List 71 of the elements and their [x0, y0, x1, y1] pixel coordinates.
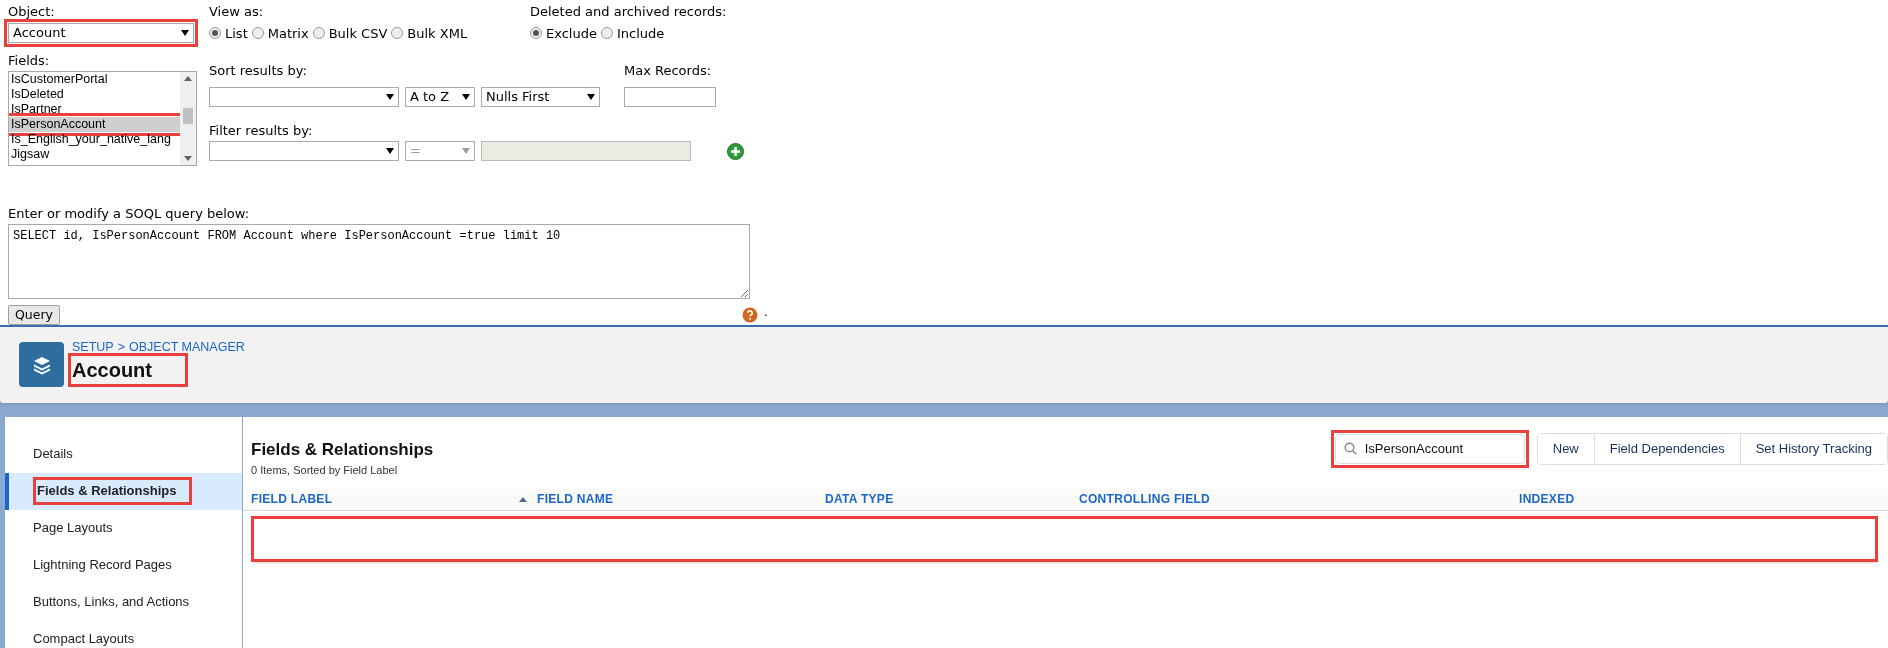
breadcrumb-link[interactable]: OBJECT MANAGER — [129, 338, 245, 357]
help-icon[interactable] — [742, 306, 758, 323]
radio-button[interactable] — [312, 27, 325, 40]
radio-option[interactable]: Matrix — [251, 23, 309, 43]
column-header[interactable]: FIELD NAME — [537, 490, 825, 508]
page-title: Account — [72, 357, 152, 383]
nulls-select[interactable]: Nulls First — [481, 86, 600, 107]
down-arrow-icon[interactable] — [184, 156, 192, 161]
dot-text: . — [764, 304, 768, 321]
max-records-field[interactable] — [624, 86, 716, 107]
search-field[interactable]: IsPersonAccount — [1334, 433, 1525, 464]
column-header[interactable]: FIELD LABEL — [251, 490, 537, 508]
field-label: Sort results by: — [209, 62, 308, 80]
sidebar-item[interactable]: Buttons, Links, and Actions — [5, 583, 242, 621]
radio-option[interactable]: List — [209, 23, 248, 43]
caret-icon — [462, 93, 470, 100]
field-label: Filter results by: — [209, 121, 314, 140]
layers-icon — [19, 342, 64, 387]
column-header[interactable]: CONTROLLING FIELD — [1079, 490, 1519, 508]
filter-field-select[interactable] — [209, 141, 399, 161]
radio-option[interactable]: Include — [600, 23, 665, 43]
sort-direction-select[interactable]: A to Z — [405, 86, 475, 107]
field-label: View as: — [209, 3, 265, 21]
sidebar-item[interactable]: Lightning Record Pages — [5, 546, 242, 584]
field-option[interactable]: Jigsaw — [9, 147, 180, 162]
radio-button[interactable] — [530, 27, 542, 40]
field-option[interactable]: IsPartner — [9, 102, 180, 117]
scrollbar-thumb[interactable] — [183, 107, 193, 124]
toolbar-button[interactable]: Set History Tracking — [1739, 433, 1887, 464]
object-select[interactable]: Account — [8, 22, 194, 43]
field-label: Fields: — [8, 51, 51, 70]
field-option[interactable]: IsCustomerPortal — [9, 72, 180, 87]
radio-button[interactable] — [391, 27, 404, 40]
section-subtitle: 0 Items, Sorted by Field Label — [251, 463, 399, 478]
caret-icon — [386, 93, 394, 100]
caret-icon — [181, 29, 189, 36]
field-option[interactable]: IsDeleted — [9, 87, 180, 102]
radio-button[interactable] — [600, 27, 613, 40]
sort-ascending-icon[interactable] — [519, 496, 527, 502]
field-option[interactable]: Is_English_your_native_lang — [9, 132, 180, 147]
column-header[interactable]: INDEXED — [1519, 490, 1888, 508]
section-title: Fields & Relationships — [251, 438, 434, 461]
sidebar-item[interactable]: Page Layouts — [5, 509, 242, 547]
filter-value-field[interactable] — [481, 141, 691, 161]
search-icon — [1343, 442, 1357, 455]
field-label: Enter or modify a SOQL query below: — [8, 205, 251, 223]
field-option[interactable]: IsPersonAccount — [9, 117, 180, 132]
sidebar-item[interactable]: Fields & Relationships — [5, 472, 242, 510]
sort-field-select[interactable] — [209, 86, 399, 107]
fields-listbox[interactable]: IsCustomerPortal IsDeleted IsPartner IsPersonAccount Is_English_your_native_lang Jigsaw — [8, 71, 197, 166]
field-label: Deleted and archived records: — [530, 3, 727, 21]
breadcrumb-link[interactable]: SETUP — [72, 338, 114, 357]
up-arrow-icon[interactable] — [184, 76, 192, 81]
caret-icon — [462, 148, 470, 154]
caret-icon — [386, 148, 394, 154]
caret-icon — [587, 93, 595, 100]
sidebar-item[interactable]: Details — [5, 435, 242, 473]
soql-query-field[interactable]: SELECT id, IsPersonAccount FROM Account where IsPersonAccount =true limit 10 — [8, 223, 750, 299]
add-icon[interactable] — [727, 142, 744, 160]
radio-option[interactable]: Exclude — [530, 23, 597, 43]
scrollbar[interactable] — [180, 72, 196, 165]
radio-option[interactable]: Bulk CSV — [312, 23, 388, 43]
breadcrumb-separator: > — [117, 339, 125, 357]
query-button[interactable]: Query — [8, 304, 60, 325]
sidebar-item[interactable]: Compact Layouts — [5, 620, 242, 648]
radio-button[interactable] — [209, 27, 221, 40]
field-label: Object: — [8, 3, 56, 21]
radio-option[interactable]: Bulk XML — [391, 23, 468, 43]
column-header[interactable]: DATA TYPE — [825, 490, 1079, 508]
field-label: Max Records: — [624, 62, 713, 80]
radio-button[interactable] — [251, 27, 264, 40]
